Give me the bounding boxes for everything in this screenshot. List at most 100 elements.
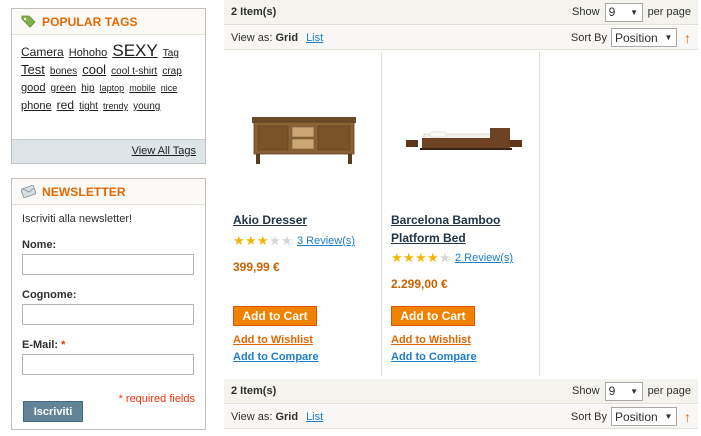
star-icon: ★ xyxy=(257,233,269,248)
chevron-down-icon: ▼ xyxy=(664,412,673,421)
tag-link[interactable]: young xyxy=(133,101,160,112)
nome-label: Nome: xyxy=(22,239,57,251)
tag-icon xyxy=(20,15,36,29)
tag-link[interactable]: crap xyxy=(162,66,181,77)
tag-link[interactable]: Hohoho xyxy=(69,47,108,59)
sorter-bottom: View as: Grid List Sort By Position ▼ ↑ xyxy=(224,405,698,429)
limit-select[interactable]: 9 ▼ xyxy=(604,2,643,22)
sort-select[interactable]: Position ▼ xyxy=(611,407,677,426)
view-as-label: View as: Grid xyxy=(231,410,299,423)
chevron-down-icon: ▼ xyxy=(630,386,639,396)
newsletter-form: Iscriviti alla newsletter! Nome: Cognome… xyxy=(12,205,205,405)
tag-link[interactable]: green xyxy=(51,83,77,94)
rating-stars: ★ ★ ★ ★ ★ xyxy=(391,250,451,265)
sort-by-label: Sort By xyxy=(570,31,607,44)
envelope-icon xyxy=(20,185,36,199)
tag-link[interactable]: Camera xyxy=(21,45,64,59)
newsletter-block: Newsletter Iscriviti alla newsletter! No… xyxy=(11,178,206,430)
add-to-cart-button[interactable]: Add to Cart xyxy=(233,306,317,326)
tag-link[interactable]: trendy xyxy=(103,101,128,111)
reviews-link[interactable]: 2 Review(s) xyxy=(455,252,513,264)
tag-link[interactable]: hip xyxy=(81,83,94,94)
product-rating: ★ ★ ★ ★ ★ 3 Review(s) xyxy=(233,233,355,248)
cognome-field[interactable] xyxy=(22,304,194,325)
star-icon: ★ xyxy=(245,233,257,248)
tag-link[interactable]: good xyxy=(21,82,45,94)
star-icon: ★ xyxy=(427,250,439,265)
popular-tags-header: Popular Tags xyxy=(12,9,205,35)
limit-select[interactable]: 9 ▼ xyxy=(604,381,643,401)
product-image[interactable] xyxy=(402,72,522,192)
tag-link[interactable]: SEXY xyxy=(112,41,157,60)
subscribe-button[interactable]: Iscriviti xyxy=(23,401,83,422)
newsletter-header: Newsletter xyxy=(12,179,205,205)
tag-link[interactable]: mobile xyxy=(129,83,156,93)
sorter-top: View as: Grid List Sort By Position ▼ ↑ xyxy=(224,26,698,50)
rating-stars: ★ ★ ★ ★ ★ xyxy=(233,233,293,248)
star-icon: ★ xyxy=(391,250,403,265)
product-name-link[interactable]: Akio Dresser xyxy=(233,211,373,229)
show-label: Show xyxy=(572,6,600,18)
star-icon: ★ xyxy=(233,233,245,248)
newsletter-intro: Iscriviti alla newsletter! xyxy=(22,213,133,225)
pager-bottom: 2 Item(s) Show 9 ▼ per page xyxy=(224,379,698,404)
sort-direction-icon[interactable]: ↑ xyxy=(684,30,691,46)
popular-tags-block: Popular Tags Camera Hohoho SEXY Tag Test… xyxy=(11,8,206,164)
star-icon: ★ xyxy=(415,250,427,265)
add-to-compare-link[interactable]: Add to Compare xyxy=(233,351,319,363)
per-page-label: per page xyxy=(647,6,691,18)
star-icon: ★ xyxy=(281,233,293,248)
product-item: Barcelona Bamboo Platform Bed ★ ★ ★ ★ ★ 2 Re… xyxy=(382,52,540,376)
product-image[interactable] xyxy=(244,72,364,192)
cognome-label: Cognome: xyxy=(22,289,77,301)
star-icon: ★ xyxy=(439,250,451,265)
product-rating: ★ ★ ★ ★ ★ 2 Review(s) xyxy=(391,250,513,265)
newsletter-title: Newsletter xyxy=(42,184,126,199)
add-to-compare-link[interactable]: Add to Compare xyxy=(391,351,477,363)
email-field[interactable] xyxy=(22,354,194,375)
product-grid: Akio Dresser ★ ★ ★ ★ ★ 3 Review(s) 399,99 € … xyxy=(224,52,698,376)
email-label: E-Mail: * xyxy=(22,339,66,351)
tag-link[interactable]: phone xyxy=(21,100,52,112)
tag-link[interactable]: Test xyxy=(21,62,45,77)
chevron-down-icon: ▼ xyxy=(630,7,639,17)
add-to-cart-button[interactable]: Add to Cart xyxy=(391,306,475,326)
star-icon: ★ xyxy=(269,233,281,248)
add-to-wishlist-link[interactable]: Add to Wishlist xyxy=(391,334,471,346)
show-label: Show xyxy=(572,385,600,397)
tag-link[interactable]: red xyxy=(57,98,74,112)
tag-link[interactable]: cool t-shirt xyxy=(111,66,157,77)
view-list-link[interactable]: List xyxy=(306,32,323,44)
item-count: 2 Item(s) xyxy=(231,6,277,18)
pager-top: 2 Item(s) Show 9 ▼ per page xyxy=(224,0,698,25)
chevron-down-icon: ▼ xyxy=(664,33,673,42)
view-as-label: View as: Grid xyxy=(231,31,299,44)
product-price: 399,99 € xyxy=(233,260,280,274)
tag-link[interactable]: cool xyxy=(82,62,106,77)
view-all-tags-link[interactable]: View All Tags xyxy=(132,145,196,157)
tag-link[interactable]: laptop xyxy=(100,83,125,93)
add-to-wishlist-link[interactable]: Add to Wishlist xyxy=(233,334,313,346)
star-icon: ★ xyxy=(403,250,415,265)
reviews-link[interactable]: 3 Review(s) xyxy=(297,235,355,247)
sort-select[interactable]: Position ▼ xyxy=(611,28,677,47)
sort-by-label: Sort By xyxy=(570,410,607,423)
popular-tags-title: Popular Tags xyxy=(42,14,138,29)
tag-link[interactable]: tight xyxy=(79,101,98,112)
product-price: 2.299,00 € xyxy=(391,277,448,291)
view-list-link[interactable]: List xyxy=(306,411,323,423)
item-count: 2 Item(s) xyxy=(231,385,277,397)
product-name-link[interactable]: Barcelona Bamboo Platform Bed xyxy=(391,211,531,247)
tags-cloud: Camera Hohoho SEXY Tag Test bones cool c… xyxy=(12,35,205,115)
tags-footer: View All Tags xyxy=(12,139,205,163)
nome-field[interactable] xyxy=(22,254,194,275)
view-grid-current: Grid xyxy=(275,31,299,44)
tag-link[interactable]: nice xyxy=(161,83,178,93)
per-page-label: per page xyxy=(647,385,691,397)
sort-direction-icon[interactable]: ↑ xyxy=(684,409,691,425)
tag-link[interactable]: bones xyxy=(50,66,77,77)
tag-link[interactable]: Tag xyxy=(163,48,179,59)
required-star: * xyxy=(61,339,66,351)
view-grid-current: Grid xyxy=(275,410,299,423)
product-item: Akio Dresser ★ ★ ★ ★ ★ 3 Review(s) 399,99 € … xyxy=(224,52,382,376)
